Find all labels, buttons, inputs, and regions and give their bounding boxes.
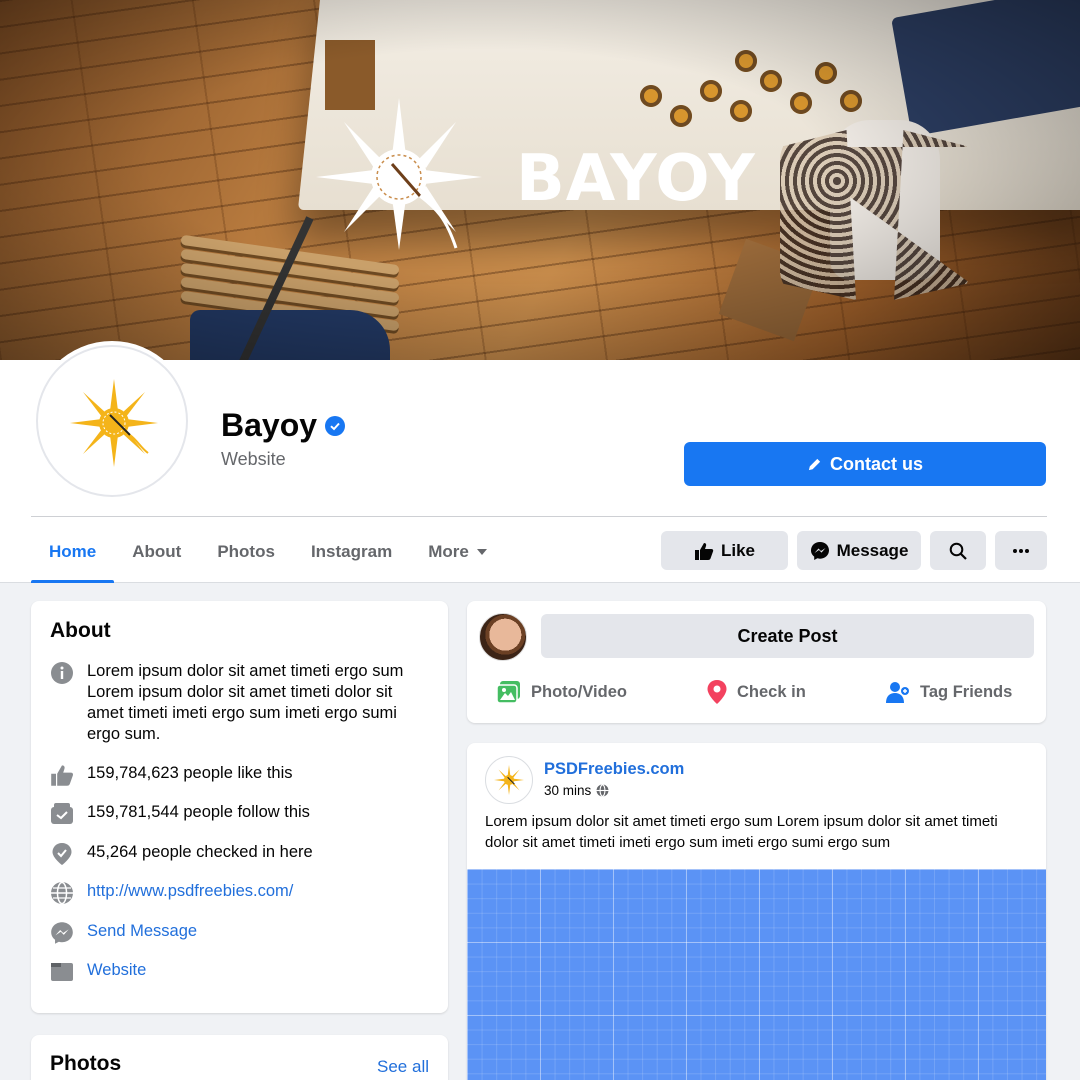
search-button[interactable]: [930, 531, 986, 570]
message-button[interactable]: Message: [797, 531, 921, 570]
post-timestamp[interactable]: 30 mins: [544, 783, 609, 798]
photos-title: Photos: [50, 1052, 122, 1075]
info-icon: [50, 661, 74, 685]
contact-us-button[interactable]: Contact us: [684, 442, 1046, 486]
location-pin-icon: [707, 680, 727, 704]
tab-home[interactable]: Home: [31, 520, 115, 583]
send-message-link[interactable]: Send Message: [87, 921, 197, 942]
page-tabs: Home About Photos Instagram More: [31, 520, 505, 583]
tag-friends-icon: [886, 682, 909, 703]
page-category: Website: [221, 449, 286, 469]
contact-us-label: Contact us: [829, 453, 923, 474]
about-url-row: http://www.psdfreebies.com/: [50, 881, 430, 905]
checkins-count: 45,264 people checked in here: [87, 843, 313, 861]
ellipsis-icon: [1013, 548, 1029, 553]
thumbs-up-icon: [50, 763, 74, 787]
thumbs-up-icon: [694, 542, 714, 560]
page-name-text: Bayoy: [221, 407, 318, 443]
user-avatar[interactable]: [479, 613, 527, 661]
tab-photos[interactable]: Photos: [199, 520, 293, 583]
post-author-avatar[interactable]: [485, 756, 533, 804]
bayoy-logo-icon: [494, 765, 524, 795]
caret-down-icon: [476, 548, 487, 555]
header-divider: [31, 516, 1047, 517]
about-likes-row: 159,784,623 people like this: [50, 763, 430, 787]
likes-count: 159,784,623 people like this: [87, 764, 293, 782]
more-options-button[interactable]: [995, 531, 1047, 570]
see-all-photos-link[interactable]: See all: [377, 1057, 429, 1077]
photos-card: Photos See all: [31, 1035, 448, 1080]
about-description: Lorem ipsum dolor sit amet timeti ergo s…: [87, 662, 404, 743]
verified-badge-icon: [325, 415, 346, 436]
create-post-button[interactable]: Create Post: [541, 614, 1034, 658]
post-image-placeholder[interactable]: [467, 869, 1046, 1080]
globe-icon: [596, 784, 609, 797]
website-link[interactable]: Website: [87, 960, 146, 981]
about-card: About Lorem ipsum dolor sit amet timeti …: [31, 601, 448, 1013]
messenger-icon: [50, 921, 74, 945]
bayoy-logo-icon: [70, 379, 158, 467]
pencil-icon: [808, 458, 821, 470]
photo-video-button[interactable]: Photo/Video: [497, 677, 627, 707]
globe-icon: [50, 881, 74, 905]
browser-window-icon: [50, 960, 74, 984]
about-checkins-row: 45,264 people checked in here: [50, 842, 430, 866]
like-button[interactable]: Like: [661, 531, 788, 570]
photo-icon: [497, 681, 520, 703]
follow-icon: [50, 802, 74, 826]
tab-instagram[interactable]: Instagram: [293, 520, 410, 583]
post-text: Lorem ipsum dolor sit amet timeti ergo s…: [485, 813, 998, 851]
about-description-row: Lorem ipsum dolor sit amet timeti ergo s…: [50, 661, 430, 745]
about-send-message-row: Send Message: [50, 921, 430, 945]
create-post-card: Create Post Photo/Video Check in Tag Fri…: [467, 601, 1046, 723]
about-title: About: [50, 619, 111, 642]
search-icon: [949, 542, 967, 560]
cover-photo: BAYOY: [0, 0, 1080, 360]
post-card: PSDFreebies.com 30 mins Lorem ipsum dolo…: [467, 743, 1046, 1080]
about-follows-row: 159,781,544 people follow this: [50, 802, 430, 826]
follows-count: 159,781,544 people follow this: [87, 803, 310, 821]
messenger-icon: [810, 541, 829, 560]
about-website-row: Website: [50, 960, 430, 984]
tab-about[interactable]: About: [114, 520, 199, 583]
page-avatar[interactable]: [36, 345, 188, 497]
cover-brand-text: BAYOY: [516, 142, 756, 216]
check-in-button[interactable]: Check in: [707, 677, 806, 707]
tab-more[interactable]: More: [410, 520, 505, 583]
post-author-name[interactable]: PSDFreebies.com: [544, 760, 684, 779]
check-in-icon: [50, 842, 74, 866]
page-title: Bayoy: [221, 407, 346, 444]
tag-friends-button[interactable]: Tag Friends: [886, 677, 1012, 707]
cover-logo-icon: [316, 98, 482, 250]
website-url-link[interactable]: http://www.psdfreebies.com/: [87, 881, 293, 902]
